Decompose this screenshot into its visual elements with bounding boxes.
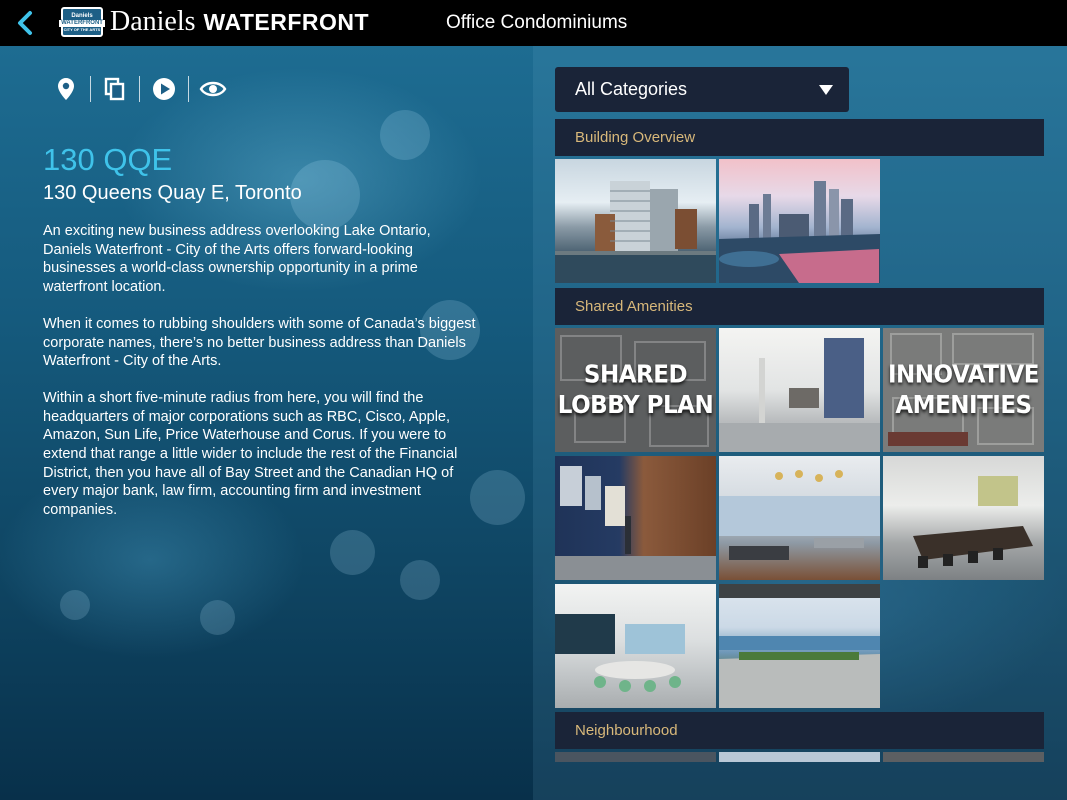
gallery-thumbnail[interactable] — [719, 456, 880, 580]
section-title: Shared Amenities — [575, 298, 693, 315]
gallery-thumbnail[interactable]: INNOVATIVE AMENITIES — [883, 328, 1044, 452]
rooftop-terrace-image — [719, 584, 880, 708]
thumbnail-label: INNOVATIVE AMENITIES — [887, 360, 1040, 420]
gallery-thumbnail[interactable] — [719, 159, 880, 283]
play-icon — [153, 78, 175, 100]
category-select-value: All Categories — [575, 79, 688, 99]
page-title: Office Condominiums — [446, 12, 628, 33]
description-paragraph: An exciting new business address overloo… — [43, 223, 431, 296]
logo-badge-mid: WATERFRONT — [59, 19, 105, 27]
description-paragraph: Within a short five-minute radius from h… — [43, 389, 458, 519]
section-title: Neighbourhood — [575, 722, 678, 739]
bokeh-light — [200, 600, 235, 635]
eye-icon — [199, 81, 227, 97]
gallery-thumbnail[interactable]: SHARED LOBBY PLAN — [555, 328, 716, 452]
play-button[interactable] — [146, 72, 182, 106]
building-description: 130 QQE 130 Queens Quay E, Toronto An ex… — [43, 143, 483, 520]
bokeh-light — [60, 590, 90, 620]
location-button[interactable] — [48, 72, 84, 106]
view-button[interactable] — [195, 72, 231, 106]
logo-badge: Daniels WATERFRONT CITY OF THE ARTS — [59, 7, 105, 37]
corridor-interior-image — [555, 466, 716, 580]
copy-button[interactable] — [97, 72, 133, 106]
toolbar-divider — [188, 76, 189, 102]
logo-badge-top: Daniels — [71, 12, 93, 19]
toolbar-divider — [139, 76, 140, 102]
section-title: Building Overview — [575, 129, 696, 146]
lounge-interior-image — [719, 470, 880, 560]
cafe-interior-image — [555, 614, 685, 692]
top-bar: Daniels WATERFRONT CITY OF THE ARTS Dani… — [0, 0, 1067, 46]
toolbar-divider — [90, 76, 91, 102]
thumbnail-label: SHARED LOBBY PLAN — [557, 360, 714, 420]
bokeh-light — [400, 560, 440, 600]
section-header-shared-amenities: Shared Amenities — [555, 288, 1044, 325]
back-button[interactable] — [10, 8, 40, 38]
bokeh-light — [330, 530, 375, 575]
gallery-thumbnail[interactable] — [719, 752, 880, 762]
chevron-left-icon — [18, 11, 32, 35]
logo-badge-bottom: CITY OF THE ARTS — [63, 26, 101, 32]
location-pin-icon — [58, 78, 74, 100]
city-skyline-image — [719, 181, 880, 283]
building-rendering-image — [555, 181, 716, 283]
gallery-thumbnail[interactable] — [555, 456, 716, 580]
caret-down-icon — [819, 85, 833, 95]
boardroom-interior-image — [913, 476, 1033, 568]
brand-name: Daniels — [110, 6, 196, 37]
building-address: 130 Queens Quay E, Toronto — [43, 182, 302, 204]
gallery-thumbnail[interactable] — [555, 584, 716, 708]
section-header-building-overview: Building Overview — [555, 119, 1044, 156]
gallery-thumbnail[interactable] — [719, 328, 880, 452]
category-select[interactable]: All Categories — [555, 67, 849, 112]
gallery-thumbnail[interactable] — [883, 456, 1044, 580]
lobby-interior-image — [719, 338, 880, 452]
gallery-thumbnail[interactable] — [883, 752, 1044, 762]
brand-suffix: WATERFRONT — [203, 9, 370, 35]
copy-icon — [104, 77, 125, 101]
building-name: 130 QQE — [43, 142, 173, 177]
gallery-thumbnail[interactable] — [719, 584, 880, 708]
section-header-neighbourhood: Neighbourhood — [555, 712, 1044, 749]
action-toolbar — [48, 72, 231, 106]
description-paragraph: When it comes to rubbing shoulders with … — [43, 315, 476, 370]
brand-logo: Daniels WATERFRONT — [110, 6, 369, 38]
gallery-thumbnail[interactable] — [555, 752, 716, 762]
gallery-thumbnail[interactable] — [555, 159, 716, 283]
